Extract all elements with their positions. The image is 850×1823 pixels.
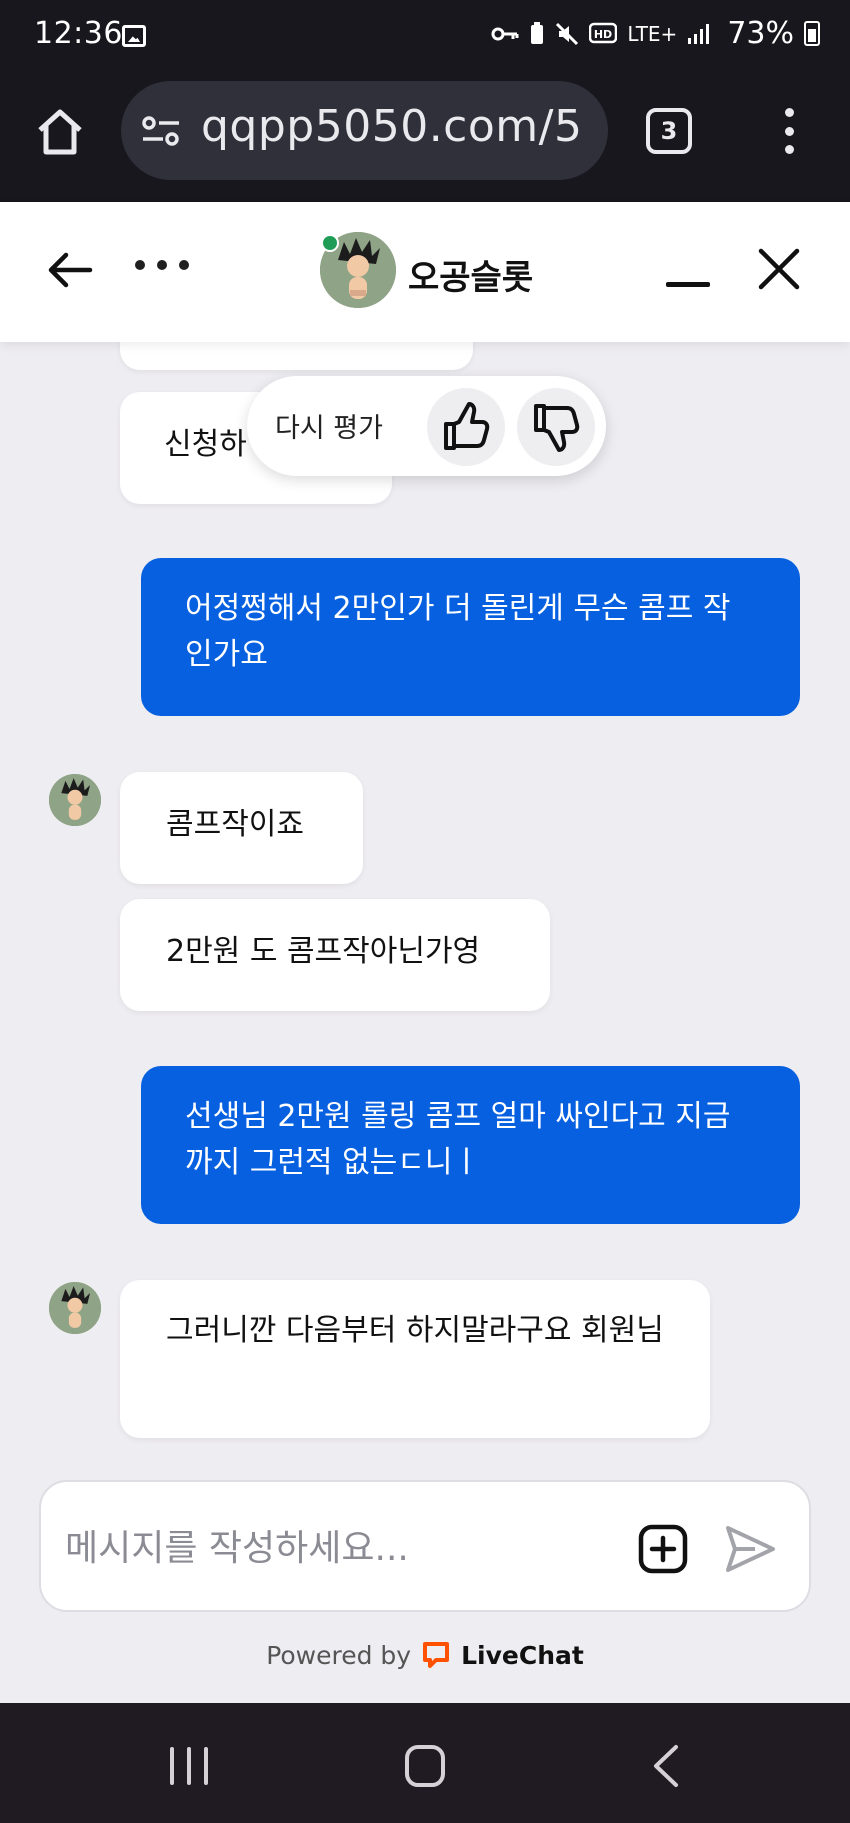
system-back-icon[interactable] (646, 1743, 686, 1789)
recent-bar-icon (187, 1747, 191, 1785)
livechat-brand: LiveChat (461, 1640, 584, 1670)
vpn-key-icon (491, 27, 519, 40)
chat-header: 오공슬롯 (0, 202, 850, 342)
agent-avatar-image (49, 1282, 101, 1334)
chat-options-button[interactable] (135, 260, 189, 274)
message-text: 선생님 2만원 롤링 콤프 얼마 싸인다고 지금까지 그런적 없는ㄷ니ㅣ (185, 1099, 731, 1180)
powered-by-footer[interactable]: Powered by LiveChat (0, 1640, 850, 1670)
browser-toolbar: qqpp5050.com/5 3 (0, 72, 850, 202)
url-text: qqpp5050.com/5 (201, 101, 583, 152)
close-icon[interactable] (756, 246, 802, 292)
agent-message-bubble: 2만원 도 콤프작아닌가영 (120, 899, 550, 1011)
tab-switcher-button[interactable]: 3 (646, 108, 692, 154)
attach-icon[interactable] (638, 1524, 688, 1574)
message-text: 2만원 도 콤프작아닌가영 (166, 934, 481, 969)
chat-transcript[interactable]: 신청하 다시 평가 어정쩡해서 2만인가 더 돌린게 무슨 콤프 작인가요 콤프… (0, 342, 850, 1482)
powered-by-label: Powered by (266, 1640, 412, 1670)
rating-popover: 다시 평가 (247, 376, 606, 476)
agent-avatar-image (49, 774, 101, 826)
battery-percent: 73% (727, 16, 794, 51)
dot-icon (135, 260, 145, 270)
menu-dot-icon (784, 108, 794, 117)
agent-avatar (49, 1282, 101, 1334)
gallery-notification-icon (122, 25, 146, 47)
online-status-dot (321, 234, 339, 252)
message-input[interactable] (65, 1520, 605, 1576)
menu-dot-icon (784, 145, 794, 154)
agent-name: 오공슬롯 (408, 258, 534, 298)
minimize-button[interactable] (666, 282, 710, 287)
browser-menu-button[interactable] (782, 108, 796, 154)
hd-voice-icon: HD (589, 22, 618, 43)
user-message-bubble: 어정쩡해서 2만인가 더 돌린게 무슨 콤프 작인가요 (141, 558, 800, 716)
network-type: LTE+ (627, 21, 678, 46)
message-text: 어정쩡해서 2만인가 더 돌린게 무슨 콤프 작인가요 (185, 591, 731, 672)
menu-dot-icon (784, 126, 794, 136)
agent-message-bubble: 콤프작이죠 (120, 772, 363, 884)
status-icons: HD LTE+ 73% (491, 16, 820, 51)
home-icon[interactable] (34, 106, 86, 158)
livechat-logo-icon (423, 1642, 450, 1668)
system-navigation-bar (0, 1703, 850, 1823)
thumbs-up-icon (444, 402, 490, 450)
back-arrow-icon[interactable] (46, 246, 94, 294)
agent-message-bubble: 그러니깐 다음부터 하지말라구요 회원님 (120, 1280, 710, 1438)
message-composer (39, 1480, 811, 1612)
thumbs-down-button[interactable] (517, 388, 595, 466)
svg-text:HD: HD (594, 28, 612, 41)
status-bar: 12:36 HD LTE+ 73% (0, 0, 850, 72)
recent-apps-button[interactable] (170, 1747, 208, 1785)
message-text: 그러니깐 다음부터 하지말라구요 회원님 (166, 1313, 664, 1348)
agent-message-bubble (120, 342, 473, 370)
battery-icon (804, 21, 820, 46)
agent-avatar (49, 774, 101, 826)
dot-icon (179, 260, 189, 270)
rating-label: 다시 평가 (275, 413, 383, 444)
dot-icon (157, 260, 167, 270)
recent-bar-icon (170, 1747, 174, 1785)
signal-icon (688, 23, 710, 44)
site-settings-icon[interactable] (141, 113, 181, 149)
message-text: 콤프작이죠 (166, 807, 304, 842)
thumbs-up-button[interactable] (427, 388, 505, 466)
user-message-bubble: 선생님 2만원 롤링 콤프 얼마 싸인다고 지금까지 그런적 없는ㄷ니ㅣ (141, 1066, 800, 1224)
message-text: 신청하 (164, 427, 247, 462)
status-time: 12:36 (34, 16, 123, 51)
mute-icon (556, 22, 579, 45)
send-icon[interactable] (723, 1522, 777, 1576)
thumbs-down-icon (534, 404, 580, 452)
system-home-button[interactable] (405, 1745, 445, 1787)
address-bar[interactable]: qqpp5050.com/5 (121, 81, 608, 180)
recent-bar-icon (204, 1747, 208, 1785)
battery-saver-icon (531, 21, 544, 44)
